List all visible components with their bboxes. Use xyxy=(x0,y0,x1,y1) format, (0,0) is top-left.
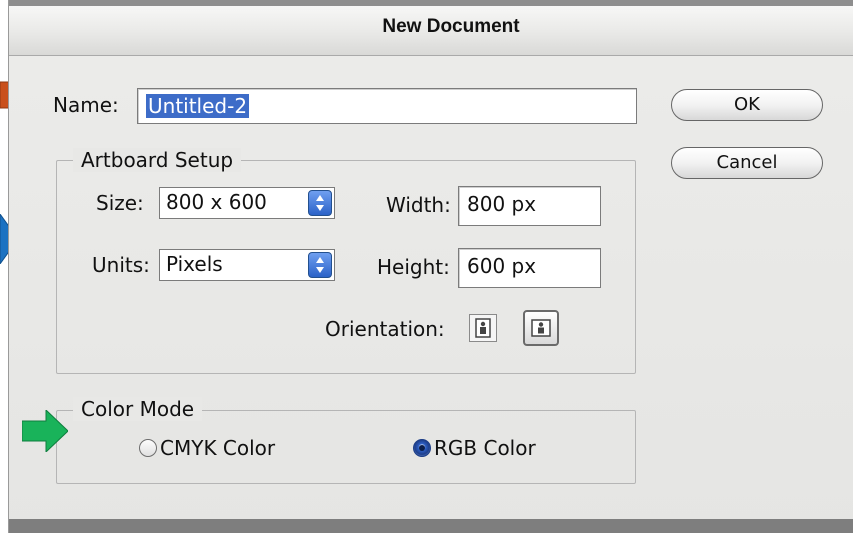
size-select[interactable]: 800 x 600 xyxy=(159,187,335,219)
size-label: Size: xyxy=(96,191,144,215)
ok-button[interactable]: OK xyxy=(671,89,823,121)
units-select[interactable]: Pixels xyxy=(159,249,335,281)
landscape-orientation-button[interactable] xyxy=(523,310,559,346)
cmyk-color-radio[interactable] xyxy=(139,439,157,457)
stepper-icon xyxy=(308,190,332,216)
size-select-value: 800 x 600 xyxy=(166,190,267,214)
portrait-icon xyxy=(475,318,491,338)
cmyk-color-label[interactable]: CMYK Color xyxy=(160,436,275,460)
green-arrow-icon xyxy=(22,410,68,452)
orientation-label: Orientation: xyxy=(325,317,445,341)
width-input[interactable]: 800 px xyxy=(458,186,601,226)
title-bar[interactable]: New Document xyxy=(9,0,853,56)
height-input[interactable]: 600 px xyxy=(458,248,601,288)
artboard-setup-legend: Artboard Setup xyxy=(73,148,242,172)
rgb-color-label[interactable]: RGB Color xyxy=(434,436,536,460)
landscape-icon xyxy=(531,319,551,337)
dialog-bottom-bar xyxy=(9,519,853,533)
width-label: Width: xyxy=(386,193,451,217)
portrait-orientation-button[interactable] xyxy=(469,314,497,342)
units-select-value: Pixels xyxy=(166,252,223,276)
cancel-button[interactable]: Cancel xyxy=(671,147,823,179)
units-label: Units: xyxy=(92,253,150,277)
name-input[interactable]: Untitled-2 xyxy=(137,88,637,124)
name-input-value: Untitled-2 xyxy=(146,94,250,118)
name-label: Name: xyxy=(53,93,119,117)
dialog-title: New Document xyxy=(382,16,520,37)
height-label: Height: xyxy=(377,255,450,279)
new-document-dialog: New Document Name: Untitled-2 OK Cancel … xyxy=(8,0,853,533)
rgb-color-radio[interactable] xyxy=(413,439,431,457)
stepper-icon xyxy=(308,252,332,278)
color-mode-legend: Color Mode xyxy=(73,397,203,421)
